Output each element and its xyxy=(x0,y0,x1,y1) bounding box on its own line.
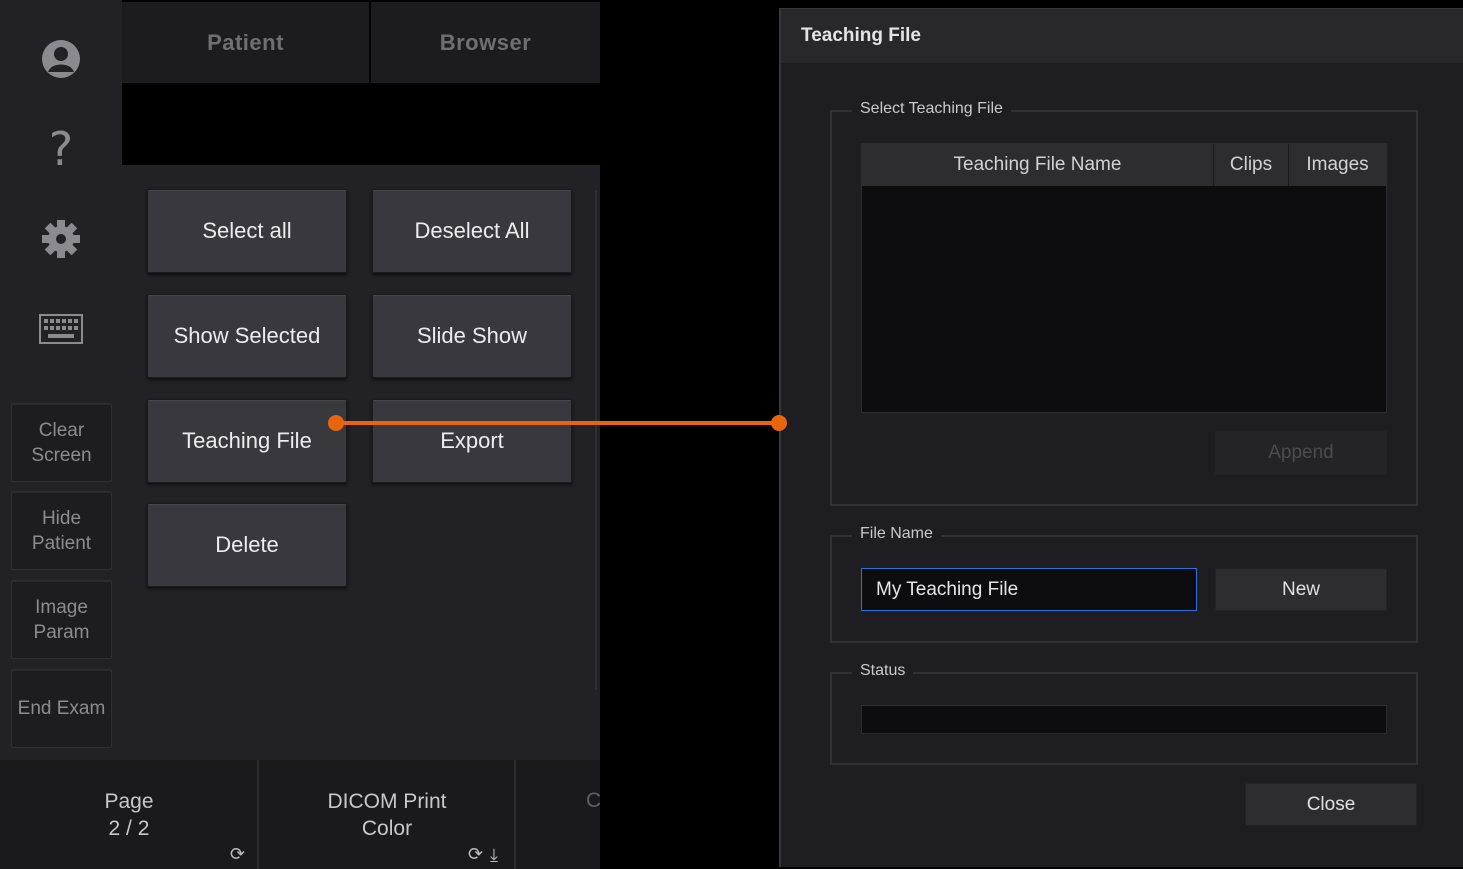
download-icon: ⤓ xyxy=(490,845,498,865)
scrollbar[interactable] xyxy=(595,190,597,690)
export-button[interactable]: Export xyxy=(372,399,572,483)
delete-button[interactable]: Delete xyxy=(147,503,347,587)
hide-patient-button[interactable]: Hide Patient xyxy=(11,491,112,570)
help-icon[interactable]: ? xyxy=(31,119,91,179)
bottom-item-partial[interactable]: C xyxy=(586,746,600,855)
dialog-title: Teaching File xyxy=(781,9,1463,63)
divider xyxy=(514,760,516,869)
user-icon[interactable] xyxy=(31,29,91,89)
image-param-button[interactable]: Image Param xyxy=(11,580,112,659)
tab-content-header xyxy=(122,83,600,165)
end-exam-button[interactable]: End Exam xyxy=(11,669,112,748)
teaching-file-button[interactable]: Teaching File xyxy=(147,399,347,483)
touch-panel: ? Clear Screen Hide Patient Image Param … xyxy=(0,0,600,869)
group-label: Status xyxy=(852,662,914,680)
group-label: File Name xyxy=(852,525,941,543)
column-header-name[interactable]: Teaching File Name xyxy=(862,144,1214,186)
keyboard-icon[interactable] xyxy=(31,299,91,359)
page-selector[interactable]: Page 2 / 2 xyxy=(0,760,258,869)
close-button[interactable]: Close xyxy=(1245,783,1417,826)
rotate-icon: ⟳ xyxy=(230,844,246,864)
tab-patient[interactable]: Patient xyxy=(122,2,369,83)
file-name-input[interactable] xyxy=(861,568,1197,611)
tab-browser[interactable]: Browser xyxy=(371,2,600,83)
column-header-clips[interactable]: Clips xyxy=(1214,144,1289,186)
clear-screen-button[interactable]: Clear Screen xyxy=(11,403,112,482)
show-selected-button[interactable]: Show Selected xyxy=(147,294,347,378)
new-button[interactable]: New xyxy=(1215,568,1387,611)
column-header-images[interactable]: Images xyxy=(1289,144,1386,186)
teaching-file-table[interactable]: Teaching File Name Clips Images xyxy=(861,143,1387,413)
sidebar: ? Clear Screen Hide Patient Image Param … xyxy=(0,0,122,760)
bottom-bar: Page 2 / 2 ⟳ DICOM Print Color ⟳ ⤓ C xyxy=(0,760,600,869)
slide-show-button[interactable]: Slide Show xyxy=(372,294,572,378)
status-bar xyxy=(861,705,1387,734)
teaching-file-dialog: Teaching File Select Teaching File Teach… xyxy=(779,8,1463,867)
select-all-button[interactable]: Select all xyxy=(147,189,347,273)
group-label: Select Teaching File xyxy=(852,100,1011,118)
deselect-all-button[interactable]: Deselect All xyxy=(372,189,572,273)
rotate-icon: ⟳ xyxy=(468,844,484,864)
append-button[interactable]: Append xyxy=(1215,431,1387,475)
gear-icon[interactable] xyxy=(31,209,91,269)
